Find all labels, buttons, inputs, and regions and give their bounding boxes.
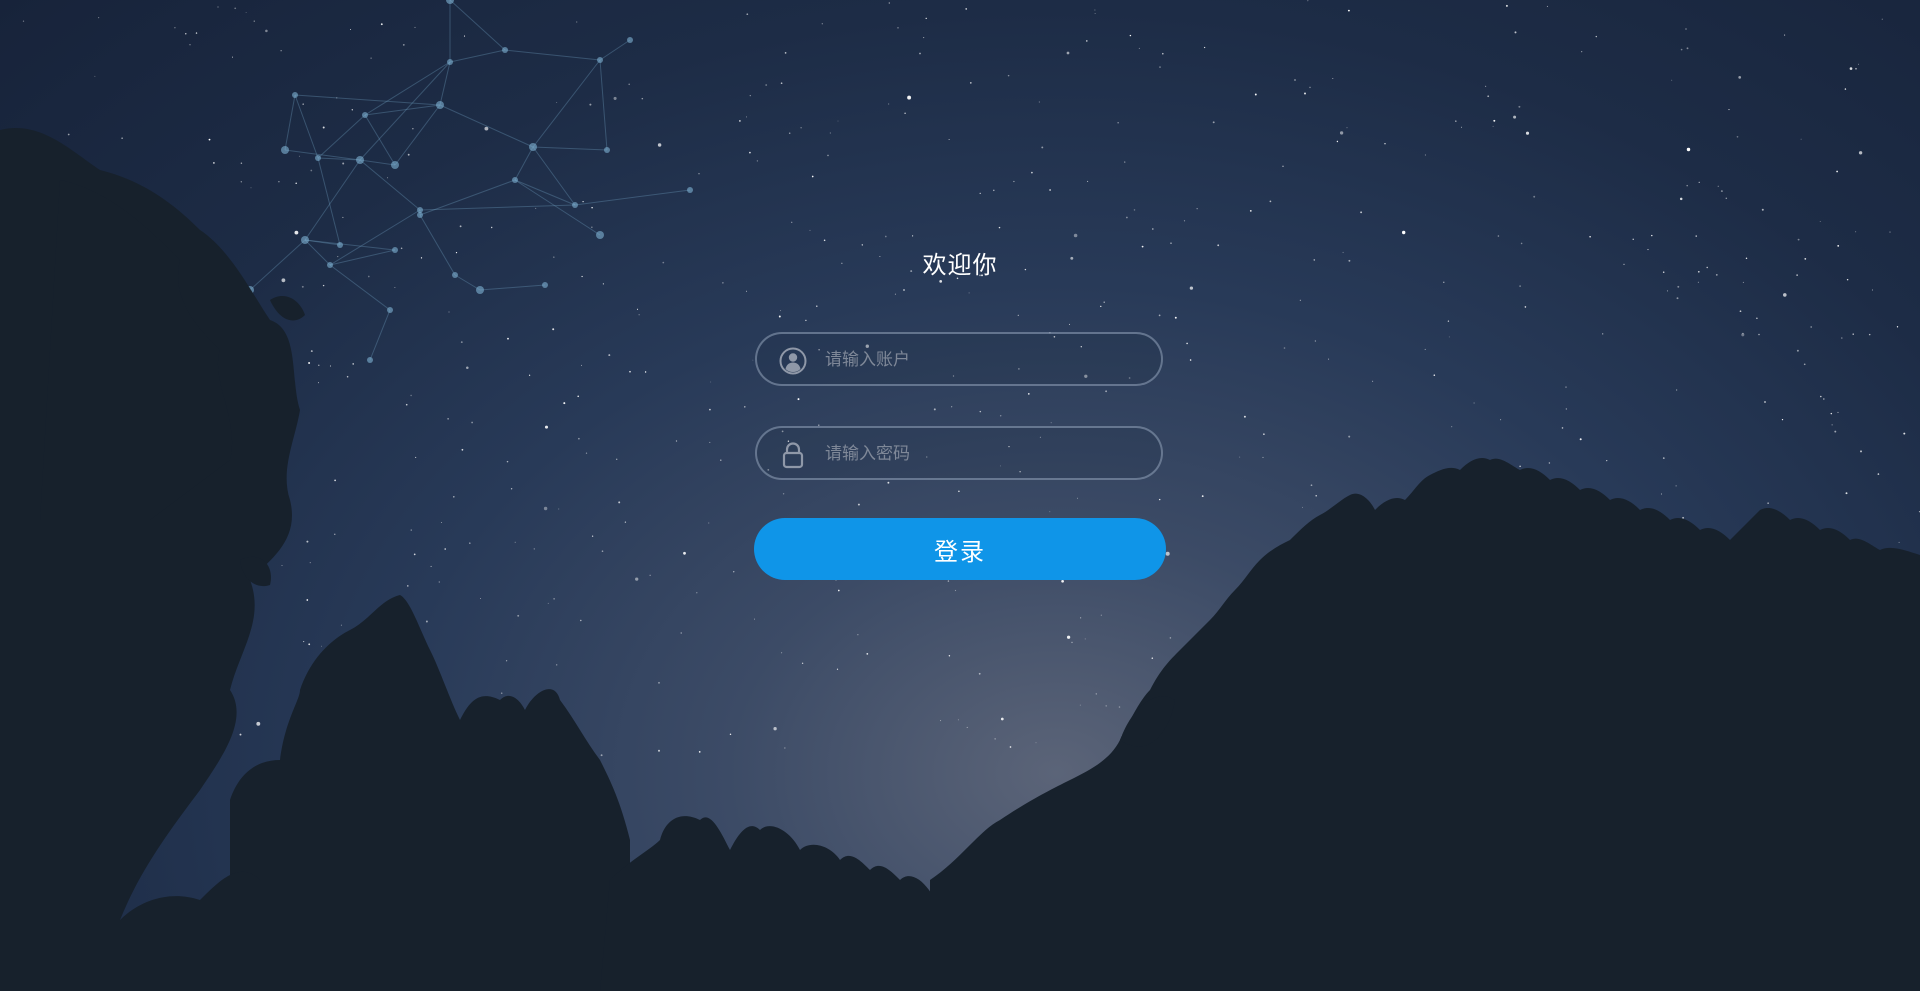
account-field[interactable] xyxy=(755,332,1163,386)
password-field[interactable] xyxy=(755,426,1163,480)
lock-icon xyxy=(782,442,804,469)
password-input[interactable] xyxy=(823,428,1147,480)
user-circle-icon xyxy=(779,347,807,375)
account-input[interactable] xyxy=(823,334,1147,386)
login-form: 欢迎你 登录 xyxy=(754,240,1166,580)
welcome-title: 欢迎你 xyxy=(922,251,998,279)
login-button[interactable]: 登录 xyxy=(754,518,1166,580)
login-page: 欢迎你 登录 xyxy=(0,0,1920,991)
